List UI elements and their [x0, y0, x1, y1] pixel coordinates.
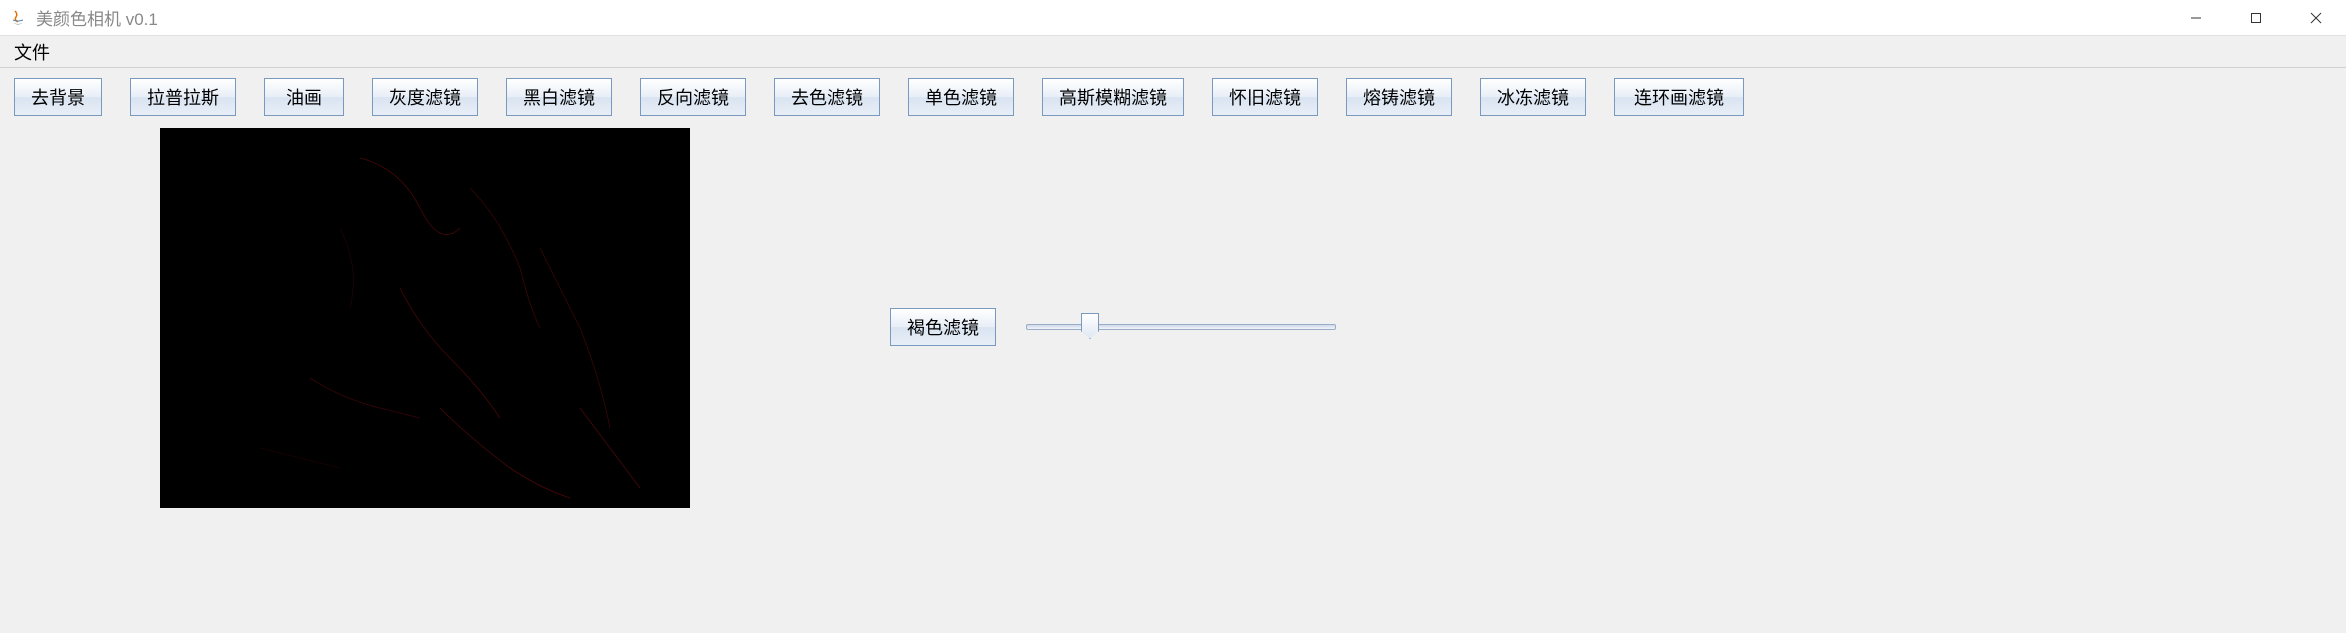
image-preview-panel: [160, 128, 690, 508]
grayscale-filter-button[interactable]: 灰度滤镜: [372, 78, 478, 116]
intensity-slider[interactable]: [1026, 315, 1336, 339]
titlebar-left: 美颜色相机 v0.1: [8, 5, 158, 30]
remove-background-button[interactable]: 去背景: [14, 78, 102, 116]
close-button[interactable]: [2286, 0, 2346, 35]
window-controls: [2166, 0, 2346, 35]
monochrome-filter-button[interactable]: 单色滤镜: [908, 78, 1014, 116]
filter-toolbar: 去背景 拉普拉斯 油画 灰度滤镜 黑白滤镜 反向滤镜 去色滤镜 单色滤镜 高斯模…: [0, 68, 2346, 122]
comic-filter-button[interactable]: 连环画滤镜: [1614, 78, 1744, 116]
sepia-filter-button[interactable]: 褐色滤镜: [890, 308, 996, 346]
laplacian-button[interactable]: 拉普拉斯: [130, 78, 236, 116]
nostalgic-filter-button[interactable]: 怀旧滤镜: [1212, 78, 1318, 116]
gaussian-blur-filter-button[interactable]: 高斯模糊滤镜: [1042, 78, 1184, 116]
invert-filter-button[interactable]: 反向滤镜: [640, 78, 746, 116]
maximize-button[interactable]: [2226, 0, 2286, 35]
slider-track: [1026, 324, 1336, 330]
slider-thumb[interactable]: [1081, 313, 1099, 339]
oil-painting-button[interactable]: 油画: [264, 78, 344, 116]
secondary-controls: 褐色滤镜: [890, 308, 1336, 346]
titlebar: 美颜色相机 v0.1: [0, 0, 2346, 36]
menubar: 文件: [0, 36, 2346, 68]
casting-filter-button[interactable]: 熔铸滤镜: [1346, 78, 1452, 116]
menu-file[interactable]: 文件: [8, 37, 56, 67]
java-app-icon: [8, 8, 28, 28]
window-title: 美颜色相机 v0.1: [36, 5, 158, 30]
minimize-button[interactable]: [2166, 0, 2226, 35]
desaturate-filter-button[interactable]: 去色滤镜: [774, 78, 880, 116]
freeze-filter-button[interactable]: 冰冻滤镜: [1480, 78, 1586, 116]
processed-image: [160, 128, 690, 508]
black-white-filter-button[interactable]: 黑白滤镜: [506, 78, 612, 116]
content-area: 褐色滤镜: [0, 128, 2346, 633]
